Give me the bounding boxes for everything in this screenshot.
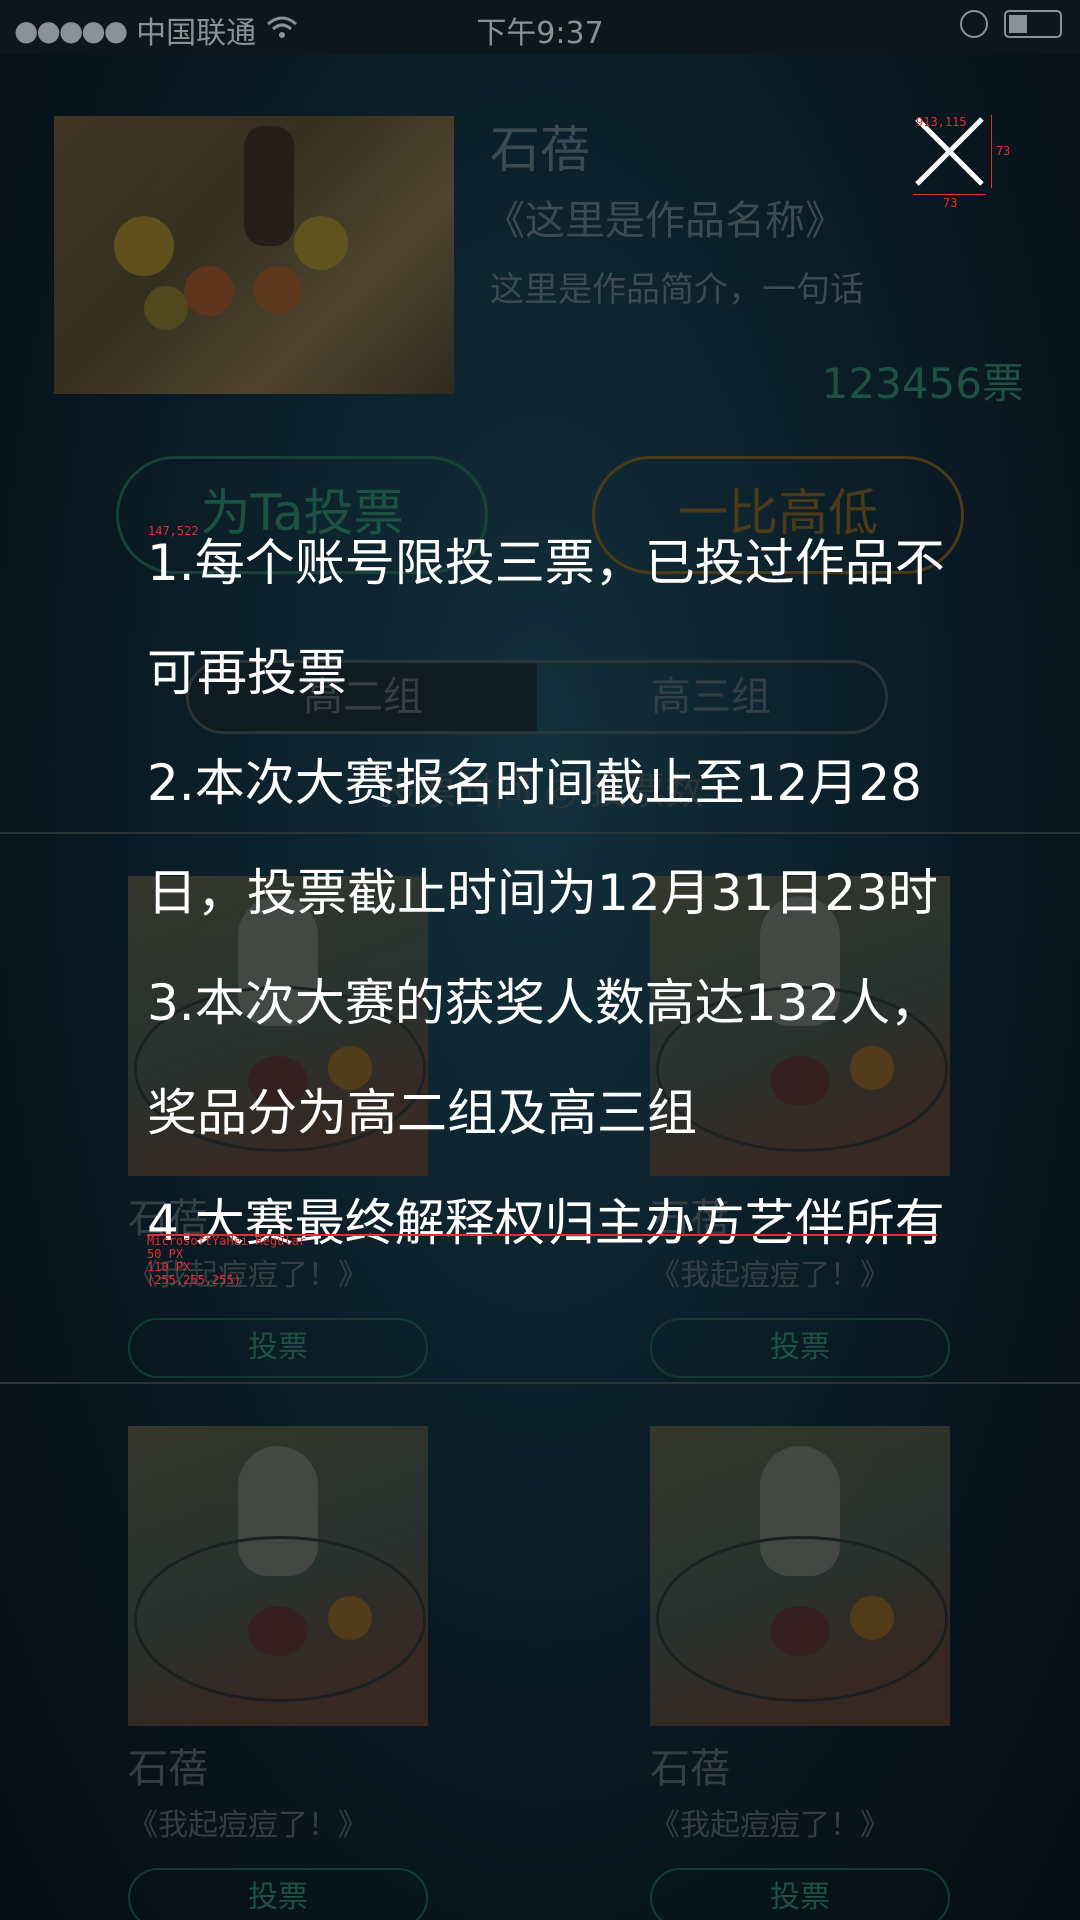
- status-bar: ●●●●● 中国联通 下午9:37: [0, 0, 1080, 54]
- rule-item: 3.本次大赛的获奖人数高达132人，奖品分为高二组及高三组: [147, 974, 941, 1142]
- annotation-close-height: 73: [996, 144, 1011, 158]
- annotation-line-height: 110 PX: [147, 1260, 191, 1274]
- status-right: [960, 10, 1062, 38]
- annotation-font-name: MicrosoftYaHei Regular: [147, 1234, 306, 1248]
- annotation-close-coords: 913,115: [916, 115, 967, 129]
- rule-item: 2.本次大赛报名时间截止至12月28日，投票截止时间为12月31日23时: [147, 754, 938, 922]
- rule-item: 4.大赛最终解释权归主办方艺伴所有: [147, 1194, 945, 1252]
- annotation-close-width: 73: [943, 196, 958, 210]
- page: ●●●●● 中国联通 下午9:37 石蓓 《这里是作品名称》 这里是作品简介，一…: [0, 0, 1080, 1920]
- orientation-lock-icon: [960, 10, 988, 38]
- annotation-line: [913, 194, 986, 195]
- battery-icon: [1004, 10, 1062, 38]
- annotation-font-size: 50 PX: [147, 1247, 184, 1261]
- rule-item: 1.每个账号限投三票，已投过作品不可再投票: [147, 534, 945, 702]
- annotation-line: [991, 115, 992, 188]
- rules-list: 1.每个账号限投三票，已投过作品不可再投票 2.本次大赛报名时间截止至12月28…: [147, 508, 947, 1278]
- annotation-font-color: (255,255,255): [147, 1273, 241, 1287]
- status-time: 下午9:37: [476, 16, 604, 51]
